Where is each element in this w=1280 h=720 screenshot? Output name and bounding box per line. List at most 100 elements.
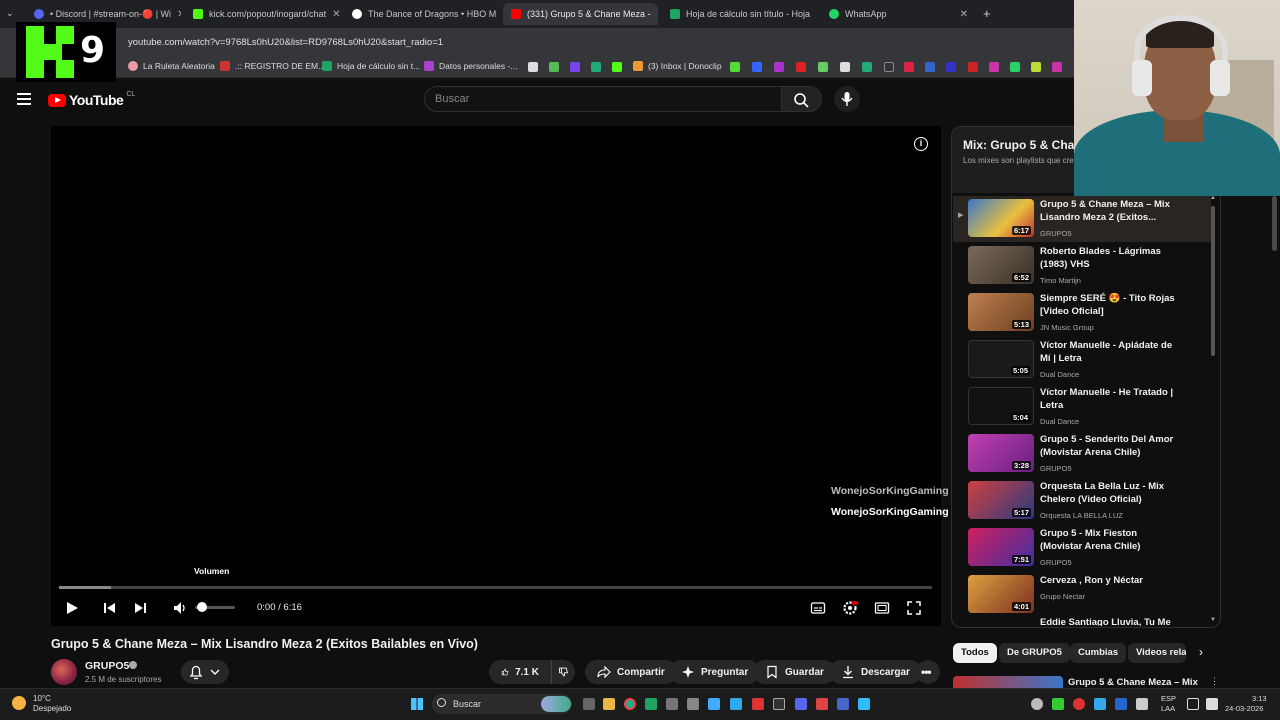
bookmark-icon[interactable] [796,62,806,72]
bookmark-icon[interactable] [884,62,894,72]
chip-todos[interactable]: Todos [953,643,997,663]
tray-icon[interactable] [1052,698,1064,710]
playlist-item[interactable]: ▶ 6:17 Grupo 5 & Chane Meza – Mix Lisand… [953,196,1211,242]
close-tab-icon[interactable]: ✕ [177,9,181,20]
tab-hbo[interactable]: The Dance of Dragons • HBO M ✕ [344,3,499,25]
app-icon[interactable] [708,698,720,710]
like-button[interactable]: 7.1 K [489,660,551,684]
channel-name[interactable]: GRUPO5 [85,660,129,672]
search-input[interactable] [425,87,781,111]
playlist-item[interactable]: 4:01 Cerveza , Ron y Néctar Grupo Nectar [953,572,1211,618]
download-button[interactable]: Descargar [829,660,922,684]
clock-time[interactable]: 3:13 [1252,694,1267,703]
app-icon[interactable] [687,698,699,710]
bookmark-icon[interactable] [989,62,999,72]
scroll-down-icon[interactable]: ▼ [1210,617,1216,623]
bookmark-icon[interactable] [591,62,601,72]
app-icon[interactable] [858,698,870,710]
ask-button[interactable]: Preguntar [669,660,761,684]
channel-avatar[interactable] [51,659,77,685]
previous-button[interactable] [101,600,117,616]
tab-sheets[interactable]: Hoja de cálculo sin título - Hoja ✕ [662,3,817,25]
tray-icon[interactable] [1136,698,1148,710]
subscription-bell-button[interactable] [181,660,229,684]
language-layout[interactable]: LAA [1161,704,1175,713]
bookmark-icon[interactable] [1031,62,1041,72]
bookmark-icon[interactable] [904,62,914,72]
playlist-item[interactable]: 6:52 Roberto Blades - Lágrimas (1983) VH… [953,243,1211,289]
tab-kick-chat[interactable]: kick.com/popout/inogard/chat ✕ [185,3,340,25]
app-icon[interactable] [773,698,785,710]
file-explorer-icon[interactable] [603,698,615,710]
bookmark-inbox[interactable]: (3) Inbox | Donoclip [633,61,722,71]
sheets-icon[interactable] [645,698,657,710]
tray-icon[interactable] [1094,698,1106,710]
volume-icon[interactable] [172,600,188,616]
app-icon[interactable] [730,698,742,710]
bookmark-icon[interactable] [730,62,740,72]
next-video-title[interactable]: Grupo 5 & Chane Meza – Mix [1068,677,1198,688]
progress-bar[interactable] [59,586,932,589]
app-icon[interactable] [666,698,678,710]
bookmark-icon[interactable] [752,62,762,72]
chevron-right-icon[interactable]: › [1199,645,1203,659]
info-icon[interactable]: i [914,137,928,151]
new-tab-button[interactable]: + [983,6,991,21]
bookmark-datos[interactable]: Datos personales -... [424,61,517,71]
chrome-icon[interactable] [624,698,636,710]
bookmark-icon[interactable] [549,62,559,72]
volume-slider-handle[interactable] [197,602,207,612]
playlist-item[interactable]: 7:51 Grupo 5 - Mix Fieston (Movistar Are… [953,525,1211,571]
youtube-logo[interactable]: YouTube CL [48,91,135,108]
voice-search-button[interactable] [834,86,860,112]
bookmark-icon[interactable] [968,62,978,72]
close-tab-icon[interactable]: ✕ [960,9,968,20]
video-player[interactable] [51,126,941,626]
play-button[interactable] [64,600,80,616]
bookmark-icon[interactable] [1052,62,1062,72]
bookmark-icon[interactable] [840,62,850,72]
task-view-icon[interactable] [583,698,595,710]
tab-youtube[interactable]: (331) Grupo 5 & Chane Meza - ✕ [503,3,658,25]
search-button[interactable] [782,86,822,112]
language-code[interactable]: ESP [1161,694,1176,703]
discord-icon[interactable] [795,698,807,710]
chip-cumbias[interactable]: Cumbias [1070,643,1127,663]
bookmark-icon[interactable] [946,62,956,72]
playlist-item[interactable]: 5:13 Siempre SERÉ 😍 - Tito Rojas [Video … [953,290,1211,336]
bookmark-registro[interactable]: .:: REGISTRO DE EM... [220,61,325,71]
bookmark-icon[interactable] [1010,62,1020,72]
playlist-item[interactable]: 5:05 Víctor Manuelle - Apiádate de Mí | … [953,337,1211,383]
chip-videos-relacionados[interactable]: Videos rela [1128,643,1186,663]
next-button[interactable] [133,600,149,616]
settings-icon[interactable] [842,600,858,616]
close-tab-icon[interactable]: ✕ [816,9,817,20]
chip-de-grupo5[interactable]: De GRUPO5 [999,643,1070,663]
bookmark-hoja[interactable]: Hoja de cálculo sin t... [322,61,420,71]
menu-icon[interactable] [17,93,31,105]
fullscreen-icon[interactable] [906,600,922,616]
page-scrollbar-thumb[interactable] [1272,196,1277,251]
tray-icon[interactable] [1073,698,1085,710]
more-actions-button[interactable]: ••• [916,660,940,684]
tab-list-chevron-icon[interactable]: ⌄ [6,8,14,19]
network-icon[interactable] [1187,698,1199,710]
next-video-thumbnail[interactable] [953,676,1063,688]
subtitles-icon[interactable] [810,600,826,616]
more-vertical-icon[interactable]: ⋮ [1210,676,1219,687]
tray-icon[interactable] [1115,698,1127,710]
app-icon[interactable] [816,698,828,710]
save-button[interactable]: Guardar [753,660,836,684]
share-button[interactable]: Compartir [585,660,677,684]
playlist-item[interactable]: Eddie Santiago Lluvia, Tu Me [953,614,1211,626]
tray-icon[interactable] [1031,698,1043,710]
dislike-button[interactable] [551,660,575,684]
app-icon[interactable] [837,698,849,710]
volume-tray-icon[interactable] [1206,698,1218,710]
kick-icon[interactable] [612,62,622,72]
bookmark-icon[interactable] [774,62,784,72]
bookmark-icon[interactable] [818,62,828,72]
bookmark-icon[interactable] [570,62,580,72]
bookmark-ruleta[interactable]: La Ruleta Aleatoria [128,61,215,71]
close-tab-icon[interactable]: ✕ [332,9,340,20]
